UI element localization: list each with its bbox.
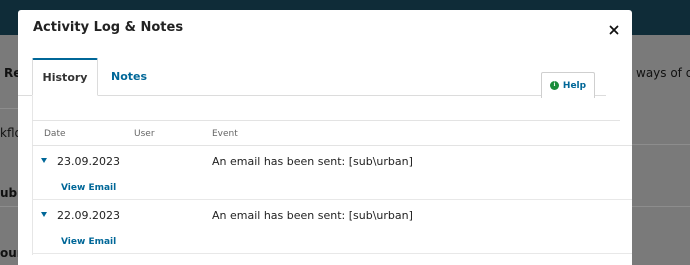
background-text-fragment: ways of de — [636, 66, 690, 80]
background-divider — [0, 206, 18, 207]
tab-history[interactable]: History — [32, 58, 98, 96]
table-row: 22.09.2023 An email has been sent: [sub\… — [32, 200, 632, 254]
table-row: 23.09.2023 An email has been sent: [sub\… — [32, 146, 632, 200]
column-header-date: Date — [44, 129, 66, 139]
row-event: An email has been sent: [sub\urban] — [212, 155, 413, 168]
expand-chevron-icon[interactable] — [41, 158, 47, 163]
help-label: Help — [562, 80, 587, 91]
background-divider — [632, 144, 690, 145]
background-divider — [0, 108, 18, 109]
background-divider — [632, 206, 690, 207]
row-date: 22.09.2023 — [57, 209, 120, 222]
column-header-event: Event — [212, 129, 238, 139]
row-event: An email has been sent: [sub\urban] — [212, 209, 413, 222]
column-header-user: User — [134, 129, 155, 139]
expand-chevron-icon[interactable] — [41, 212, 47, 217]
panel-divider — [32, 120, 620, 121]
close-button[interactable] — [606, 22, 622, 38]
help-button[interactable]: i Help — [541, 72, 595, 98]
modal-title: Activity Log & Notes — [33, 20, 184, 35]
row-divider — [32, 253, 632, 254]
view-email-link[interactable]: View Email — [61, 237, 116, 247]
row-date: 23.09.2023 — [57, 155, 120, 168]
close-icon — [609, 25, 619, 35]
tab-notes[interactable]: Notes — [106, 58, 152, 96]
view-email-link[interactable]: View Email — [61, 183, 116, 193]
info-icon: i — [549, 81, 559, 90]
